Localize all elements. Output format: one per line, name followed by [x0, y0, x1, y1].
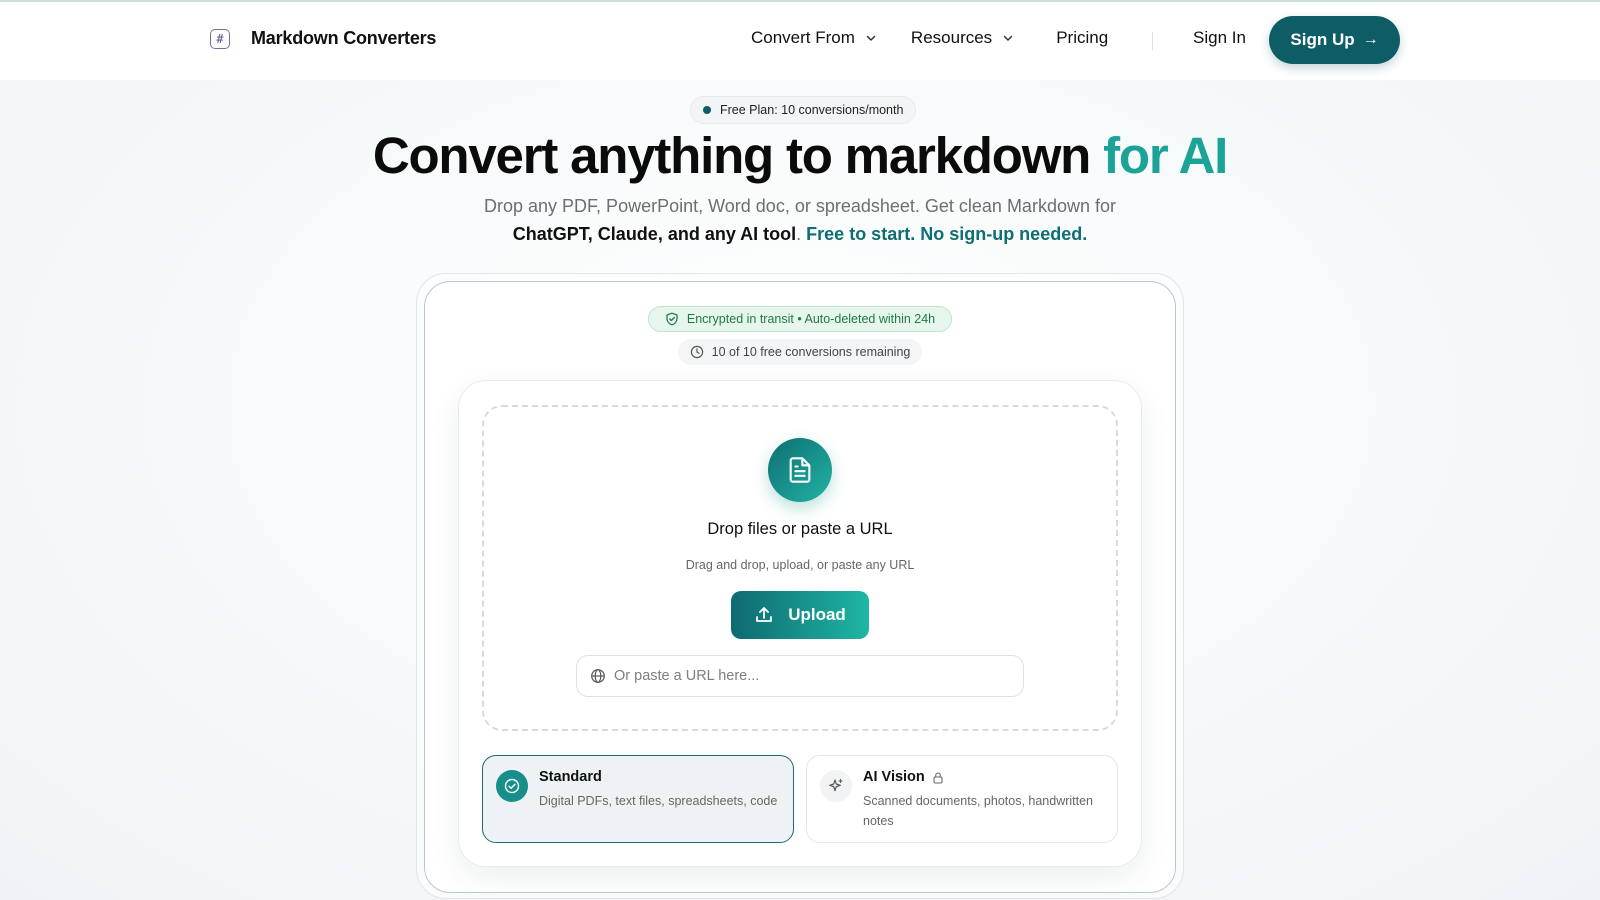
upload-icon [756, 607, 773, 622]
nav-convert-from[interactable]: Convert From [751, 28, 877, 48]
arrow-right-icon: → [1362, 31, 1379, 48]
title-main: Convert anything to markdown [372, 127, 1104, 184]
status-dot [703, 106, 711, 114]
chevron-down-icon [866, 35, 876, 41]
file-text-icon [789, 457, 811, 483]
navbar: # Markdown Converters Convert From Resou… [0, 2, 1600, 80]
hero-subtitle-line2: ChatGPT, Claude, and any AI tool. Free t… [0, 220, 1600, 248]
sign-up-label: Sign Up [1290, 30, 1355, 49]
brand-name: Markdown Converters [251, 28, 437, 48]
mode-standard-title: Standard [539, 769, 602, 785]
conversions-remaining-text: 10 of 10 free conversions remaining [711, 345, 911, 359]
subtitle-bold: ChatGPT, Claude, and any AI tool [512, 224, 797, 244]
lock-icon [933, 771, 943, 784]
mode-ai-vision-option[interactable]: AI Vision Scanned documents, photos, han… [806, 755, 1118, 843]
mode-ai-vision-description: Scanned documents, photos, handwritten n… [863, 794, 1094, 828]
drop-zone-title: Drop files or paste a URL [707, 520, 893, 538]
plan-badge: Free Plan: 10 conversions/month [690, 96, 917, 124]
title-accent: for AI [1103, 127, 1228, 184]
page-title: Convert anything to markdown for AI [0, 126, 1600, 185]
sparkles-icon [820, 770, 852, 802]
sign-in-link[interactable]: Sign In [1193, 28, 1246, 48]
check-circle-icon [496, 770, 528, 802]
nav-pricing-label: Pricing [1056, 28, 1109, 47]
nav-divider [1152, 32, 1153, 50]
hero-subtitle: Drop any PDF, PowerPoint, Word doc, or s… [484, 196, 1116, 216]
security-badge: Encrypted in transit • Auto-deleted with… [648, 306, 952, 332]
subtitle-teal: Free to start. No sign-up needed. [806, 224, 1088, 244]
clock-icon [690, 345, 703, 359]
url-field[interactable] [576, 655, 1024, 697]
hash-icon: # [210, 28, 230, 49]
drop-zone-subtitle: Drag and drop, upload, or paste any URL [685, 558, 915, 572]
upload-button[interactable]: Upload [731, 591, 869, 639]
document-icon [768, 438, 832, 502]
nav-resources-label: Resources [910, 28, 993, 47]
url-input[interactable] [614, 668, 1004, 684]
nav-pricing[interactable]: Pricing [1056, 28, 1108, 48]
upload-button-label: Upload [788, 605, 846, 624]
nav-convert-from-label: Convert From [751, 28, 855, 47]
nav-resources[interactable]: Resources [911, 28, 1014, 48]
subtitle-separator: . [796, 224, 807, 244]
chevron-down-icon [1003, 35, 1013, 41]
globe-icon [591, 669, 605, 683]
security-badge-text: Encrypted in transit • Auto-deleted with… [686, 312, 936, 326]
sign-up-button[interactable]: Sign Up → [1269, 16, 1400, 64]
shield-check-icon [666, 312, 678, 326]
mode-ai-vision-title: AI Vision [863, 769, 925, 785]
conversions-remaining: 10 of 10 free conversions remaining [678, 339, 922, 365]
mode-ai-vision-title-row: AI Vision [863, 769, 944, 785]
mode-standard-option[interactable]: Standard Digital PDFs, text files, sprea… [482, 755, 794, 843]
brand-logo[interactable]: # Markdown Converters [210, 28, 436, 49]
mode-standard-description: Digital PDFs, text files, spreadsheets, … [539, 794, 778, 808]
plan-badge-text: Free Plan: 10 conversions/month [720, 103, 904, 117]
nav-links: Convert From Resources Pricing [751, 28, 1108, 48]
